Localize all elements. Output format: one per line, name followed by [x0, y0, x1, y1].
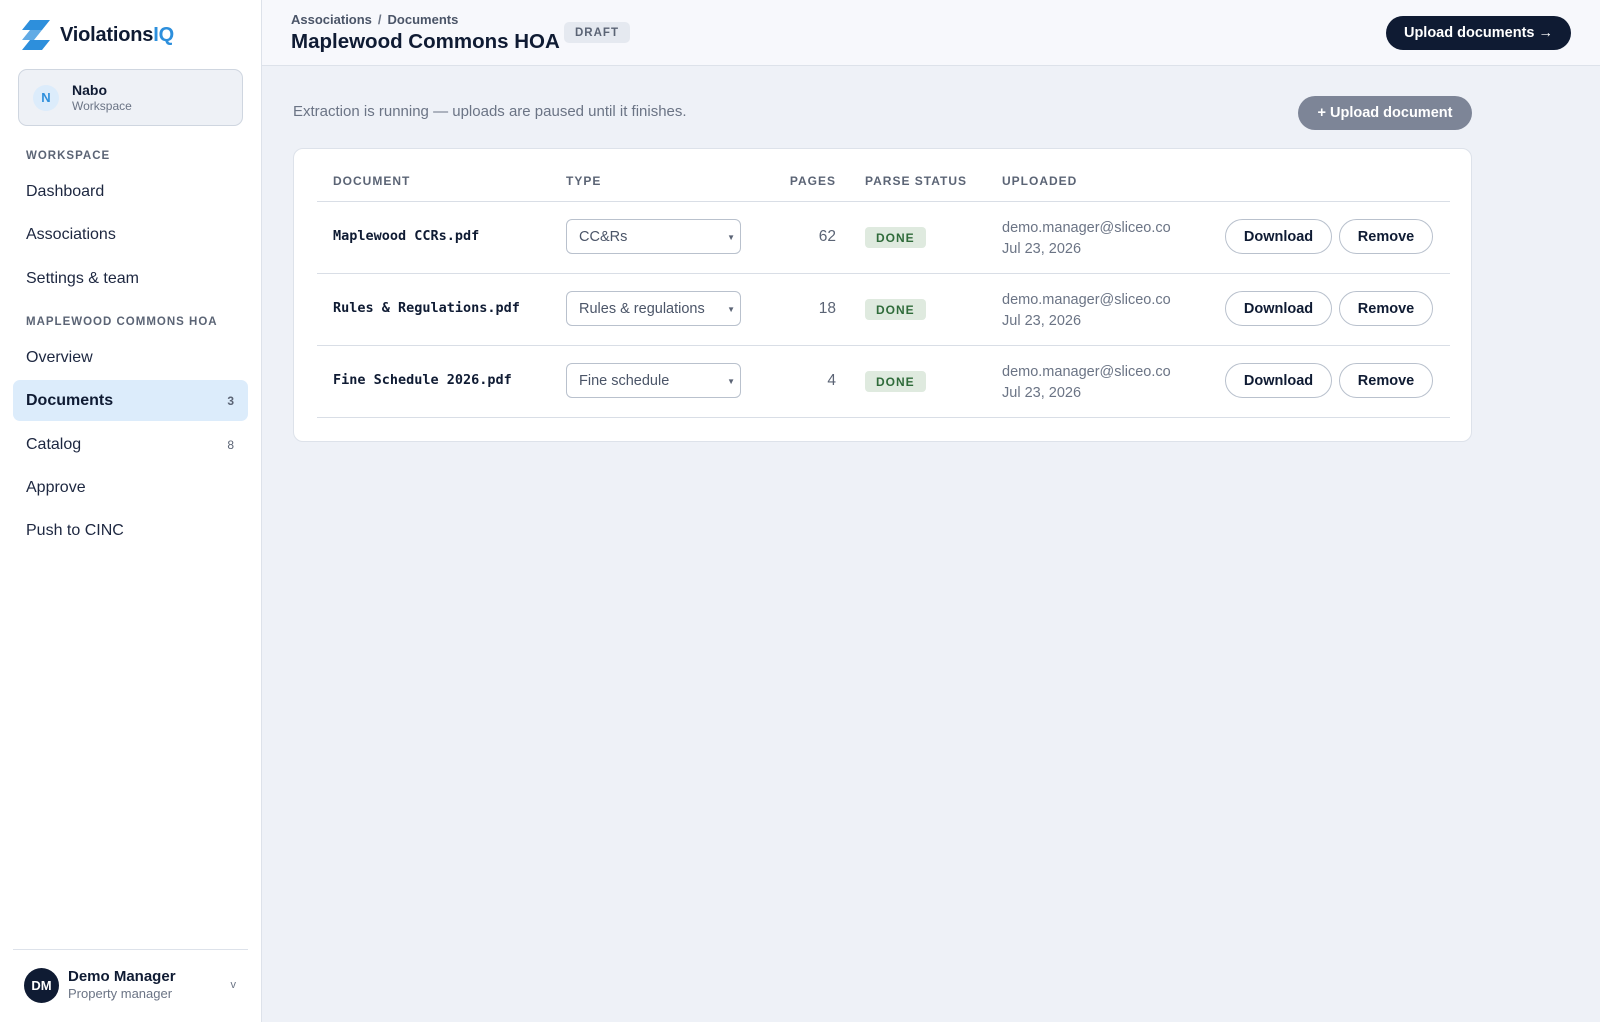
- avatar: DM: [24, 967, 59, 1003]
- document-type-select[interactable]: Rules & regulations ▼: [566, 291, 741, 326]
- upload-date: Jul 23, 2026: [1002, 385, 1082, 401]
- workspace-switcher[interactable]: N Nabo Workspace: [18, 69, 243, 126]
- document-type-select[interactable]: CC&Rs ▼: [566, 219, 741, 254]
- download-button[interactable]: Download: [1225, 363, 1332, 398]
- user-role: Property manager: [68, 986, 173, 1001]
- sidebar-item-associations[interactable]: Associations: [13, 214, 248, 255]
- workspace-name: Nabo: [72, 81, 107, 98]
- app-logo[interactable]: ViolationsIQ: [22, 20, 174, 50]
- page-count: 62: [818, 228, 836, 245]
- nav-section-workspace: WORKSPACE: [26, 150, 111, 162]
- uploaded-info: demo.manager@sliceo.co Jul 23, 2026: [1002, 218, 1171, 260]
- download-button[interactable]: Download: [1225, 291, 1332, 326]
- chevron-down-icon: ▼: [727, 305, 735, 314]
- uploaded-info: demo.manager@sliceo.co Jul 23, 2026: [1002, 362, 1171, 404]
- status-badge: DRAFT: [564, 22, 630, 43]
- uploaded-info: demo.manager@sliceo.co Jul 23, 2026: [1002, 290, 1171, 332]
- uploader-email: demo.manager@sliceo.co: [1002, 364, 1171, 380]
- breadcrumb-separator: /: [377, 12, 382, 27]
- breadcrumb: Associations / Documents: [291, 12, 458, 27]
- nav-section-association: MAPLEWOOD COMMONS HOA: [26, 316, 218, 328]
- user-menu[interactable]: DM Demo Manager Property manager v: [24, 967, 246, 1003]
- breadcrumb-documents[interactable]: Documents: [388, 12, 459, 27]
- upload-date: Jul 23, 2026: [1002, 241, 1082, 257]
- document-type-select[interactable]: Fine schedule ▼: [566, 363, 741, 398]
- page-count: 18: [818, 300, 836, 317]
- column-header-type: TYPE: [566, 174, 602, 188]
- document-name: Fine Schedule 2026.pdf: [333, 372, 512, 388]
- user-name: Demo Manager: [68, 968, 176, 985]
- extraction-notice: Extraction is running — uploads are paus…: [293, 103, 687, 120]
- remove-button[interactable]: Remove: [1339, 363, 1433, 398]
- table-row: Maplewood CCRs.pdf CC&Rs ▼ 62 DONE demo.…: [294, 201, 1473, 273]
- download-button[interactable]: Download: [1225, 219, 1332, 254]
- table-row: Fine Schedule 2026.pdf Fine schedule ▼ 4…: [294, 345, 1473, 417]
- upload-document-button[interactable]: + Upload document: [1298, 96, 1472, 130]
- upload-documents-button[interactable]: Upload documents →: [1386, 16, 1571, 50]
- remove-button[interactable]: Remove: [1339, 219, 1433, 254]
- column-header-document: DOCUMENT: [333, 174, 411, 188]
- sidebar-item-settings-team[interactable]: Settings & team: [13, 258, 248, 299]
- catalog-count: 8: [227, 437, 234, 452]
- sidebar: ViolationsIQ N Nabo Workspace WORKSPACE …: [0, 0, 262, 1022]
- lightning-logo-icon: [22, 20, 50, 50]
- sidebar-item-catalog[interactable]: Catalog 8: [13, 424, 248, 465]
- page-header: Associations / Documents Maplewood Commons…: [262, 0, 1600, 66]
- page-count: 4: [827, 372, 836, 389]
- workspace-avatar: N: [33, 84, 59, 111]
- divider: [317, 417, 1450, 418]
- parse-status-badge: DONE: [865, 299, 926, 320]
- app-name: ViolationsIQ: [60, 23, 174, 46]
- chevron-down-icon: v: [230, 979, 237, 991]
- uploader-email: demo.manager@sliceo.co: [1002, 292, 1171, 308]
- uploader-email: demo.manager@sliceo.co: [1002, 220, 1171, 236]
- chevron-down-icon: ▼: [727, 233, 735, 242]
- column-header-parse-status: PARSE STATUS: [865, 174, 968, 188]
- parse-status-badge: DONE: [865, 227, 926, 248]
- documents-count: 3: [227, 393, 234, 408]
- table-row: Rules & Regulations.pdf Rules & regulati…: [294, 273, 1473, 345]
- document-name: Maplewood CCRs.pdf: [333, 228, 480, 244]
- sidebar-item-documents[interactable]: Documents 3: [13, 380, 248, 421]
- upload-date: Jul 23, 2026: [1002, 313, 1082, 329]
- sidebar-item-dashboard[interactable]: Dashboard: [13, 171, 248, 212]
- sidebar-item-overview[interactable]: Overview: [13, 337, 248, 378]
- column-header-pages: PAGES: [789, 174, 836, 188]
- workspace-subtitle: Workspace: [72, 98, 132, 113]
- column-header-uploaded: UPLOADED: [1002, 174, 1078, 188]
- sidebar-item-approve[interactable]: Approve: [13, 467, 248, 508]
- divider: [13, 949, 248, 950]
- page-title: Maplewood Commons HOA: [291, 30, 560, 53]
- documents-table: DOCUMENT TYPE PAGES PARSE STATUS UPLOADE…: [293, 148, 1472, 442]
- chevron-down-icon: ▼: [727, 377, 735, 386]
- document-name: Rules & Regulations.pdf: [333, 300, 520, 316]
- parse-status-badge: DONE: [865, 371, 926, 392]
- remove-button[interactable]: Remove: [1339, 291, 1433, 326]
- sidebar-item-push-to-cinc[interactable]: Push to CINC: [13, 510, 248, 551]
- breadcrumb-associations[interactable]: Associations: [291, 12, 372, 27]
